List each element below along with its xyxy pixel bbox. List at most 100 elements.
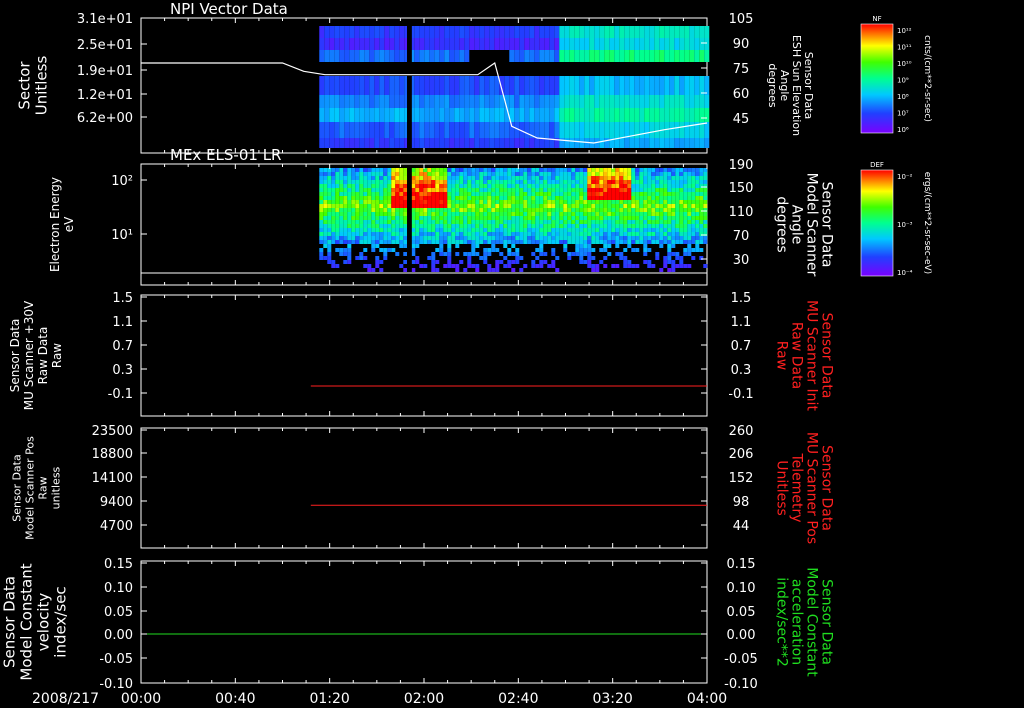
- heat-cell: [639, 216, 644, 220]
- panel2-title: MEx ELS-01 LR: [170, 146, 281, 164]
- heat-cell: [395, 176, 400, 180]
- heat-cell: [563, 172, 568, 176]
- heat-cell: [559, 184, 564, 188]
- heat-cell: [635, 232, 640, 236]
- heat-cell: [587, 216, 592, 220]
- heat-cell: [571, 172, 576, 176]
- heat-cell: [487, 172, 492, 176]
- heat-cell: [609, 76, 615, 95]
- heat-cell: [631, 264, 636, 268]
- heat-cell: [671, 188, 676, 192]
- left-tick-label: 10¹: [111, 228, 133, 243]
- heat-cell: [623, 208, 628, 212]
- heat-cell: [695, 168, 700, 172]
- heat-cell: [475, 172, 480, 176]
- right-axis-label: MU Scanner Init: [804, 300, 820, 411]
- heat-cell: [695, 184, 700, 188]
- heat-cell: [515, 184, 520, 188]
- heat-cell: [684, 50, 690, 62]
- heat-cell: [375, 232, 380, 236]
- heat-cell: [667, 184, 672, 188]
- heat-cell: [619, 256, 624, 260]
- heat-cell: [683, 192, 688, 196]
- heat-cell: [639, 38, 645, 50]
- heat-cell: [459, 208, 464, 212]
- heat-cell: [523, 216, 528, 220]
- heat-cell: [383, 204, 388, 208]
- heat-cell: [459, 196, 464, 200]
- left-tick-label: 1.9e+01: [77, 64, 133, 79]
- heat-cell: [591, 232, 596, 236]
- heat-cell: [515, 232, 520, 236]
- heat-cell: [487, 212, 492, 216]
- heat-cell: [679, 172, 684, 176]
- heat-cell: [507, 168, 512, 172]
- heat-cell: [455, 180, 460, 184]
- heat-cell: [574, 122, 580, 138]
- heat-cell: [535, 176, 540, 180]
- heat-cell: [459, 212, 464, 216]
- heat-cell: [687, 264, 692, 268]
- heat-cell: [687, 216, 692, 220]
- heat-cell: [459, 108, 465, 122]
- heat-cell: [664, 26, 670, 38]
- heat-cell: [683, 200, 688, 204]
- heat-cell: [607, 244, 612, 248]
- heat-cell: [589, 108, 595, 122]
- heat-cell: [403, 220, 408, 224]
- heat-cell: [595, 204, 600, 208]
- heat-cell: [367, 232, 372, 236]
- heat-cell: [439, 184, 444, 188]
- heat-cell: [595, 172, 600, 176]
- heat-cell: [671, 184, 676, 188]
- heat-cell: [467, 180, 472, 184]
- heat-cell: [343, 260, 348, 264]
- heat-cell: [339, 168, 344, 172]
- heat-cell: [511, 268, 516, 272]
- heat-cell: [571, 220, 576, 224]
- heat-cell: [415, 180, 420, 184]
- heat-cell: [575, 168, 580, 172]
- heat-cell: [615, 200, 620, 204]
- heat-cell: [363, 188, 368, 192]
- heat-cell: [535, 232, 540, 236]
- heat-cell: [595, 240, 600, 244]
- heat-cell: [579, 138, 585, 148]
- heat-cell: [683, 224, 688, 228]
- heat-cell: [499, 236, 504, 240]
- heat-cell: [371, 168, 376, 172]
- heat-cell: [563, 176, 568, 180]
- heat-cell: [427, 200, 432, 204]
- heat-cell: [483, 216, 488, 220]
- heat-cell: [523, 176, 528, 180]
- heat-cell: [459, 260, 464, 264]
- heat-cell: [679, 176, 684, 180]
- heat-cell: [531, 264, 536, 268]
- heat-cell: [559, 192, 564, 196]
- heat-cell: [355, 232, 360, 236]
- heat-cell: [423, 184, 428, 188]
- heat-cell: [529, 38, 535, 50]
- heat-cell: [487, 220, 492, 224]
- heat-cell: [679, 212, 684, 216]
- heat-cell: [371, 240, 376, 244]
- heat-cell: [643, 168, 648, 172]
- heat-cell: [629, 138, 635, 148]
- heat-cell: [384, 95, 390, 108]
- heat-cell: [375, 200, 380, 204]
- heat-cell: [703, 220, 708, 224]
- heat-cell: [679, 138, 685, 148]
- heat-cell: [487, 216, 492, 220]
- heat-cell: [679, 256, 684, 260]
- heat-cell: [403, 260, 408, 264]
- heat-cell: [524, 108, 530, 122]
- heat-cell: [449, 108, 455, 122]
- heat-cell: [359, 172, 364, 176]
- heat-cell: [447, 168, 452, 172]
- heat-cell: [535, 228, 540, 232]
- heat-cell: [419, 224, 424, 228]
- heat-cell: [675, 264, 680, 268]
- heat-cell: [463, 172, 468, 176]
- heat-cell: [415, 244, 420, 248]
- heat-cell: [347, 212, 352, 216]
